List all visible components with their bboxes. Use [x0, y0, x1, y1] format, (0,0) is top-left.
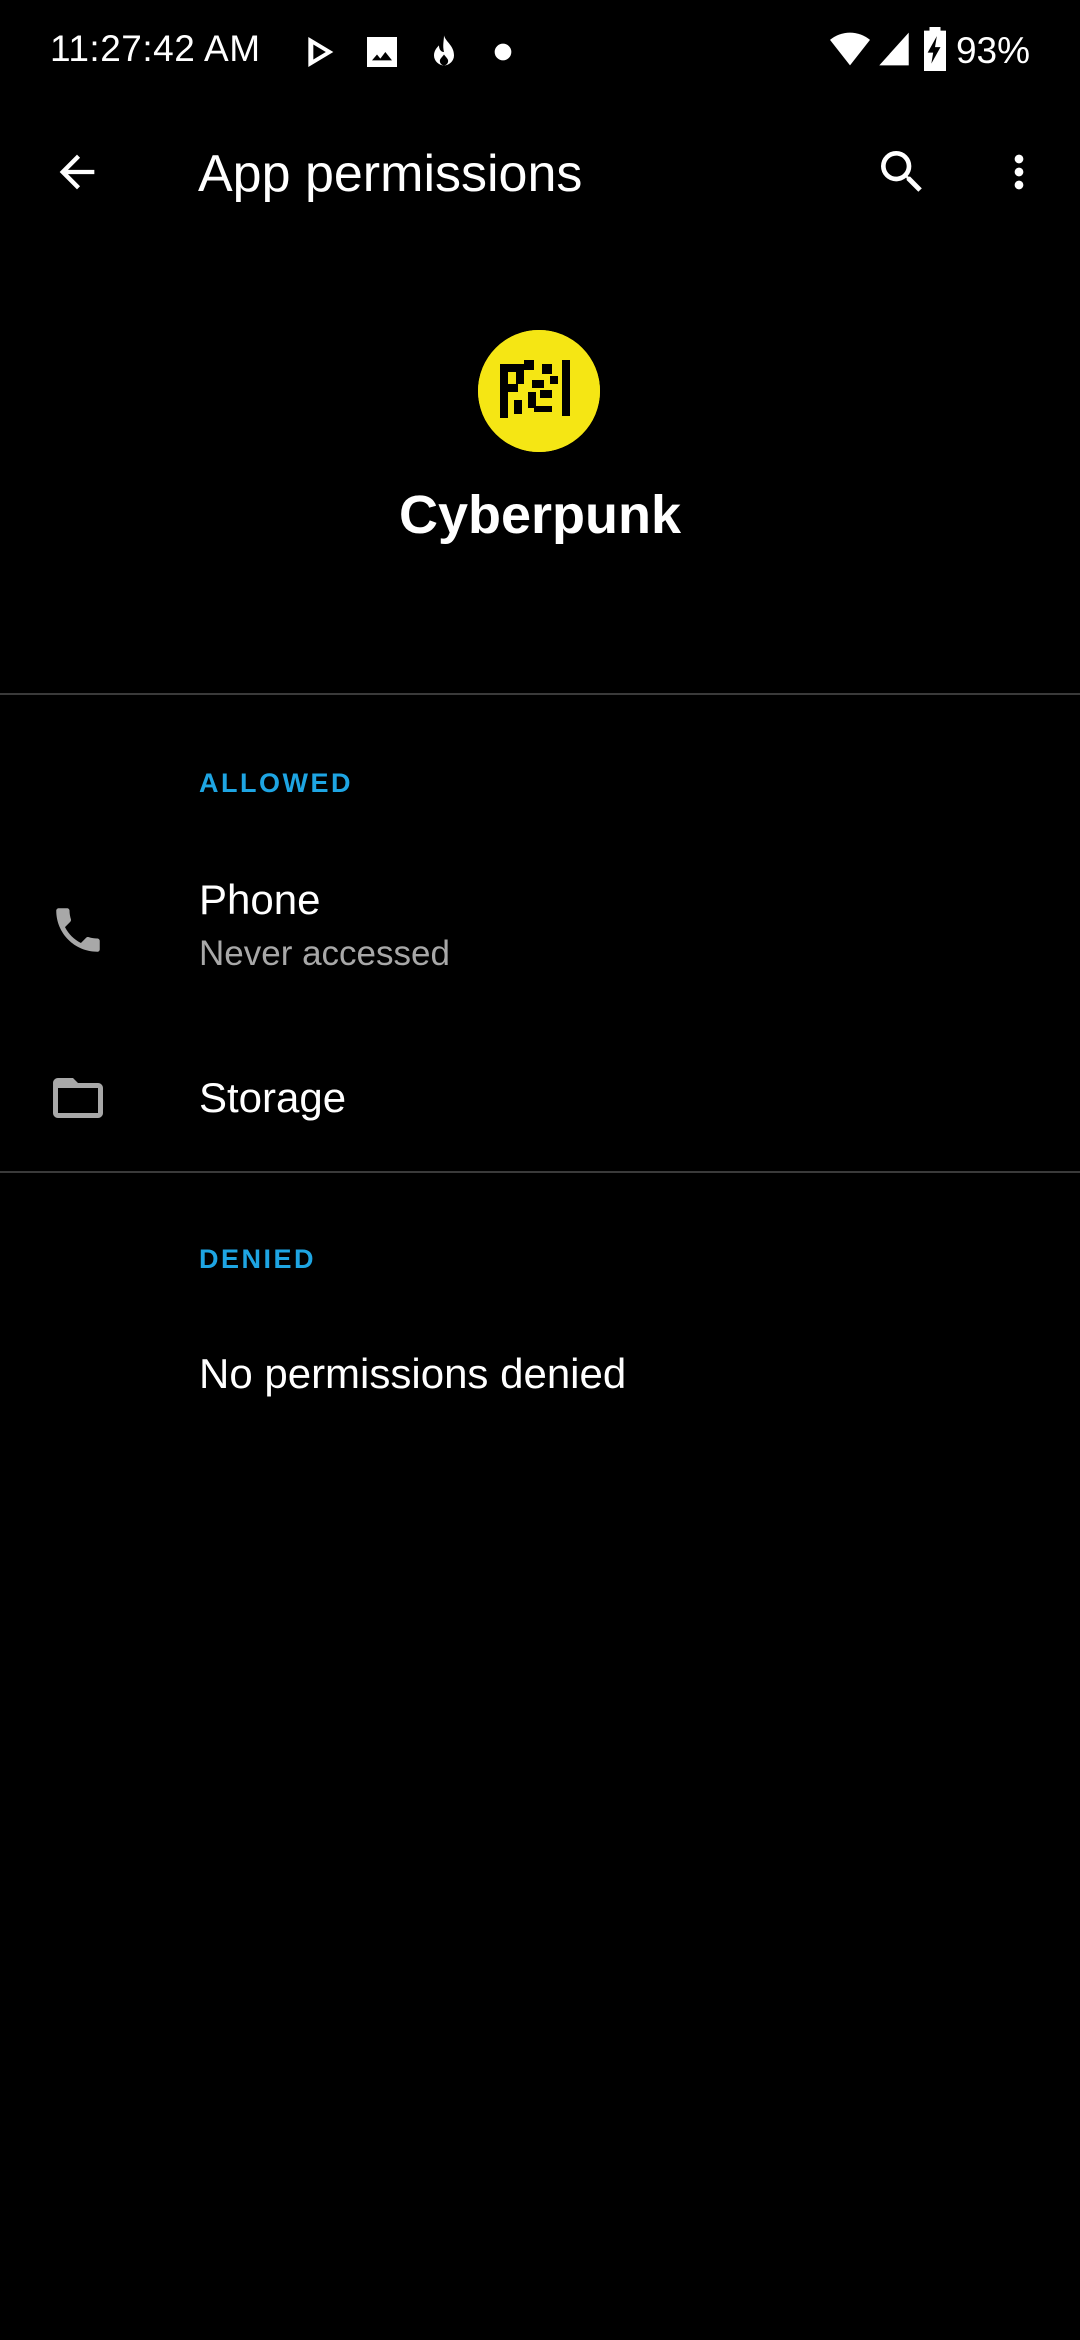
- phone-icon: [46, 898, 110, 962]
- status-time: 11:27:42 AM: [50, 28, 261, 69]
- battery-charging-icon: [922, 26, 948, 76]
- arrow-back-icon: [51, 146, 103, 203]
- status-right-group: 93%: [828, 26, 1030, 76]
- search-icon: [874, 144, 930, 205]
- permission-title: Phone: [199, 876, 321, 923]
- image-icon: [362, 30, 402, 74]
- allowed-section-header: ALLOWED: [199, 768, 353, 798]
- permission-item-storage[interactable]: Storage: [0, 1040, 1080, 1156]
- denied-section-header: DENIED: [199, 1244, 317, 1274]
- app-bar: App permissions: [0, 104, 1080, 244]
- back-button[interactable]: [29, 126, 125, 222]
- app-name: Cyberpunk: [398, 485, 682, 545]
- divider-middle: [0, 1171, 1080, 1173]
- battery-percent: 93%: [955, 30, 1030, 71]
- more-vert-icon: [993, 146, 1045, 203]
- wifi-icon: [828, 29, 872, 74]
- permission-title: Storage: [199, 1074, 347, 1121]
- permission-item-phone[interactable]: Phone Never accessed: [0, 856, 1080, 1004]
- permission-subtitle: Never accessed: [199, 934, 450, 973]
- app-header: Cyberpunk: [0, 244, 1080, 694]
- play-store-icon: [300, 30, 340, 74]
- more-options-button[interactable]: [971, 126, 1067, 222]
- app-icon: [478, 330, 600, 452]
- flame-icon: [424, 30, 464, 74]
- divider-top: [0, 693, 1080, 695]
- search-button[interactable]: [854, 126, 950, 222]
- signal-icon: [876, 29, 912, 74]
- no-permissions-denied-text: No permissions denied: [199, 1350, 627, 1397]
- folder-icon: [46, 1066, 110, 1130]
- dot-icon: [488, 30, 518, 74]
- status-bar: 11:27:42 AM 93%: [0, 0, 1080, 104]
- page-title: App permissions: [198, 145, 583, 203]
